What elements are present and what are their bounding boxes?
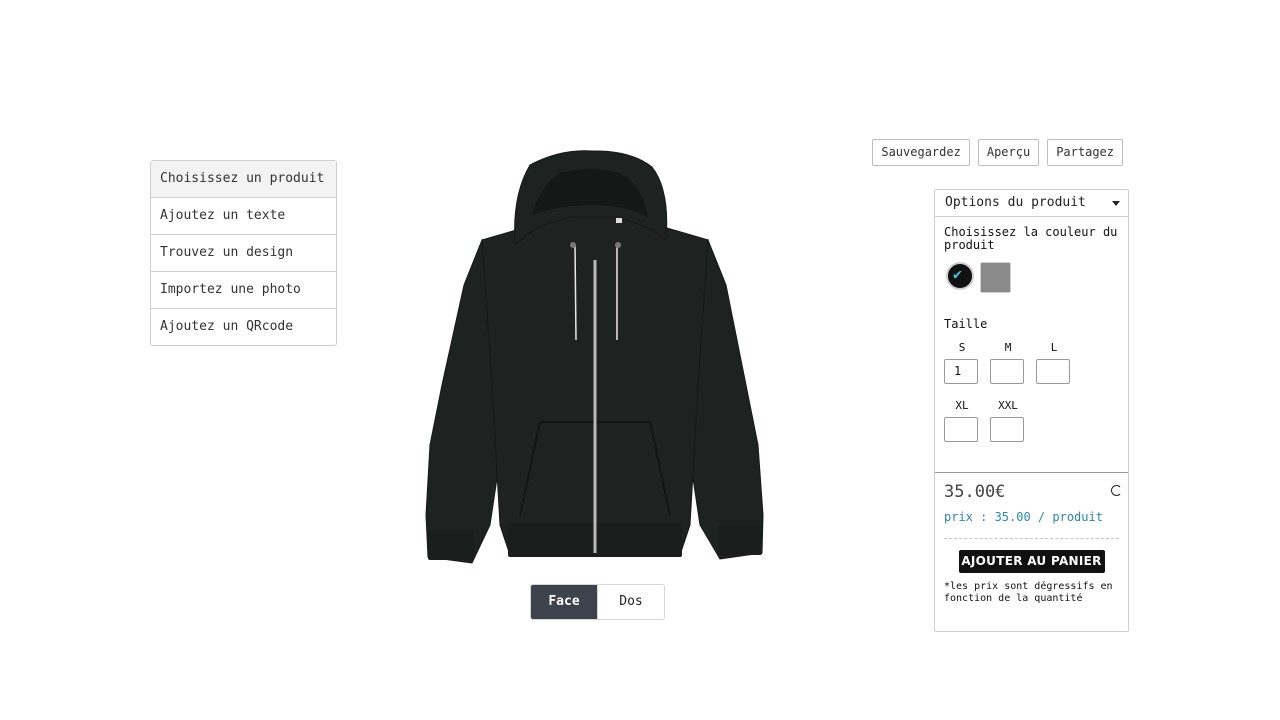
price-note: *les prix sont dégressifs en fonction de… bbox=[944, 581, 1113, 604]
size-label: L bbox=[1050, 341, 1058, 354]
menu-item-add-text[interactable]: Ajoutez un texte bbox=[151, 198, 336, 235]
size-quantity-grid: S 1 M L XL XXL bbox=[944, 331, 1128, 451]
total-price: 35.00€ bbox=[944, 482, 1128, 502]
product-preview bbox=[420, 145, 770, 570]
size-label: S bbox=[958, 341, 966, 354]
size-m-quantity-input[interactable] bbox=[990, 359, 1024, 384]
size-label: XXL bbox=[998, 399, 1018, 412]
preview-button[interactable]: Aperçu bbox=[977, 139, 1040, 166]
color-swatch-grey[interactable] bbox=[980, 262, 1011, 293]
size-l-quantity-input[interactable] bbox=[1036, 359, 1070, 384]
size-label: XL bbox=[955, 399, 969, 412]
hoodie-image bbox=[425, 150, 764, 564]
product-options-dropdown[interactable]: Options du produit bbox=[935, 190, 1128, 217]
menu-item-import-photo[interactable]: Importez une photo bbox=[151, 272, 336, 309]
product-options-panel: Options du produit Choisissez la couleur… bbox=[934, 189, 1129, 632]
checkmark-icon: ✔ bbox=[953, 265, 963, 283]
product-options-label: Options du produit bbox=[945, 195, 1086, 210]
size-xxl-quantity-input[interactable] bbox=[990, 417, 1024, 442]
size-label: M bbox=[1004, 341, 1012, 354]
design-tools-menu: Choisissez un produit Ajoutez un texte T… bbox=[150, 160, 337, 346]
pricing-section: 35.00€ prix : 35.00 / produit AJOUTER AU… bbox=[935, 472, 1128, 605]
size-cell-m: M bbox=[990, 341, 1026, 384]
add-to-cart-button[interactable]: AJOUTER AU PANIER bbox=[958, 550, 1105, 573]
share-button[interactable]: Partagez bbox=[1047, 139, 1123, 166]
loading-spinner-icon bbox=[1111, 485, 1122, 496]
total-price-value: 35.00€ bbox=[944, 482, 1006, 502]
size-cell-xxl: XXL bbox=[990, 399, 1026, 442]
color-swatches: ✔ bbox=[946, 262, 1128, 293]
menu-item-choose-product[interactable]: Choisissez un produit bbox=[151, 161, 336, 198]
back-view-button[interactable]: Dos bbox=[597, 585, 664, 619]
color-section-title: Choisissez la couleur du produit bbox=[944, 225, 1118, 252]
front-view-button[interactable]: Face bbox=[531, 585, 597, 619]
size-section-title: Taille bbox=[944, 317, 988, 331]
color-swatch-black[interactable]: ✔ bbox=[946, 262, 974, 290]
size-s-quantity-input[interactable]: 1 bbox=[944, 359, 978, 384]
menu-item-add-qrcode[interactable]: Ajoutez un QRcode bbox=[151, 309, 336, 345]
size-cell-l: L bbox=[1036, 341, 1072, 384]
save-button[interactable]: Sauvegardez bbox=[872, 139, 970, 166]
size-cell-s: S 1 bbox=[944, 341, 980, 384]
view-side-toggle: Face Dos bbox=[530, 584, 665, 620]
chevron-down-icon bbox=[1112, 201, 1120, 206]
size-cell-xl: XL bbox=[944, 399, 980, 442]
size-xl-quantity-input[interactable] bbox=[944, 417, 978, 442]
menu-item-find-design[interactable]: Trouvez un design bbox=[151, 235, 336, 272]
unit-price: prix : 35.00 / produit bbox=[944, 510, 1119, 539]
top-actions: Sauvegardez Aperçu Partagez bbox=[872, 139, 1123, 166]
